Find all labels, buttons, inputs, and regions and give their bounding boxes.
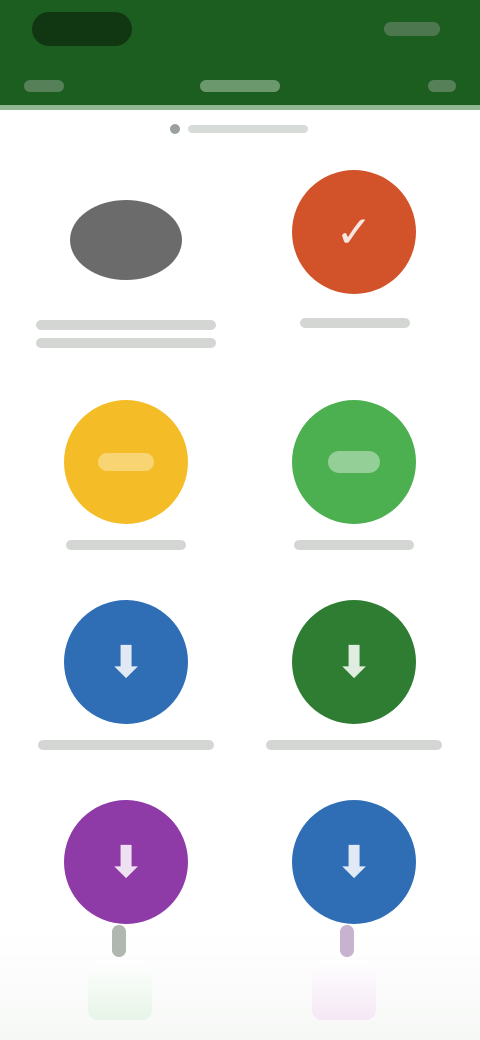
stem-right <box>340 925 354 957</box>
tile-2[interactable]: ✓ <box>254 170 454 370</box>
tile-label <box>300 318 410 328</box>
tile-3[interactable] <box>26 400 226 600</box>
tab-right[interactable] <box>428 80 456 92</box>
peek-card-right <box>312 960 376 1020</box>
check-icon: ✓ <box>292 170 416 294</box>
gray-oval-icon <box>70 200 182 280</box>
tab-center[interactable] <box>200 80 280 92</box>
status-icons <box>384 22 440 36</box>
hint-icon <box>170 124 180 134</box>
status-bar <box>0 0 480 56</box>
bottom-strip <box>0 930 480 1040</box>
tile-label-line-2 <box>36 338 216 348</box>
tab-bar <box>0 70 480 105</box>
hint-row <box>160 122 320 136</box>
yellow-icon-glyph <box>98 453 154 471</box>
tab-left[interactable] <box>24 80 64 92</box>
hint-text <box>188 125 308 133</box>
tile-label <box>66 540 186 550</box>
tile-4[interactable] <box>254 400 454 600</box>
download-arrow-icon: ⬇ <box>292 800 416 924</box>
tile-label <box>38 740 214 750</box>
download-arrow-icon: ⬇ <box>292 600 416 724</box>
tile-label <box>36 320 216 330</box>
chat-bubble-glyph <box>328 451 380 473</box>
content-area: ✓ ⬇ ⬇ ⬇ ⬇ <box>0 110 480 1040</box>
tile-1[interactable] <box>26 170 226 370</box>
download-arrow-icon: ⬇ <box>64 600 188 724</box>
yellow-icon <box>64 400 188 524</box>
tile-label <box>294 540 414 550</box>
tile-label <box>266 740 442 750</box>
stem-left <box>112 925 126 957</box>
download-arrow-icon: ⬇ <box>64 800 188 924</box>
tile-6[interactable]: ⬇ <box>254 600 454 800</box>
status-clock <box>32 12 132 46</box>
green-chat-icon <box>292 400 416 524</box>
app-bar <box>0 0 480 105</box>
tile-5[interactable]: ⬇ <box>26 600 226 800</box>
peek-card-left <box>88 960 152 1020</box>
